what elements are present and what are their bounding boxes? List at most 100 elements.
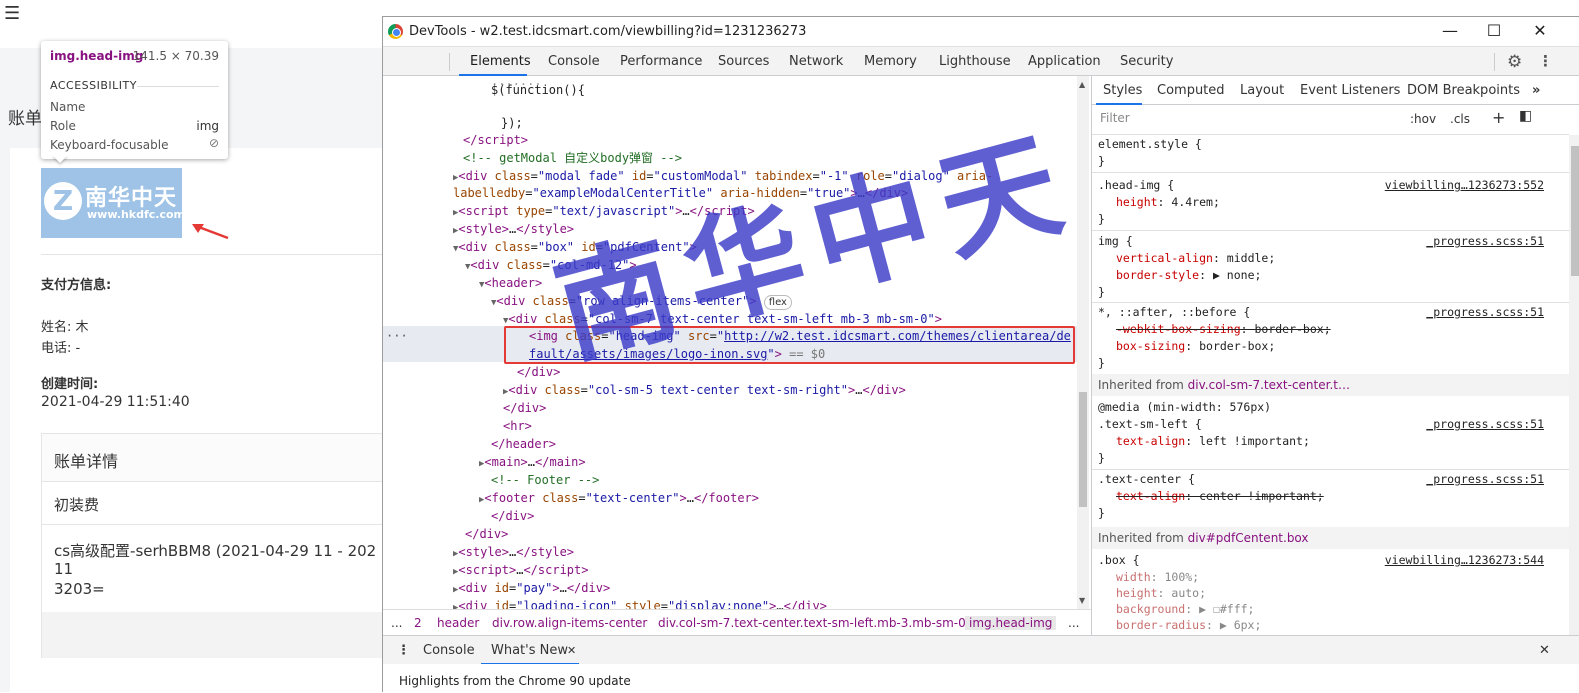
rule-head-img[interactable]: .head-img { <box>1098 177 1174 194</box>
payer-info-label: 支付方信息: <box>41 278 112 293</box>
code-line: </script> <box>463 133 529 147</box>
divider <box>137 86 219 87</box>
tab-performance[interactable]: Performance <box>620 54 702 69</box>
cls-toggle[interactable]: .cls <box>1450 112 1470 126</box>
detail-item-setup-fee: 初装费 <box>54 496 100 514</box>
elements-scroll-thumb[interactable] <box>1079 392 1087 507</box>
rule-box[interactable]: .box { <box>1098 552 1140 569</box>
css-property[interactable]: text-align: left !important; <box>1116 433 1310 450</box>
tab-security[interactable]: Security <box>1120 54 1173 69</box>
node-menu-icon[interactable]: ··· <box>386 329 408 343</box>
devtools-titlebar: DevTools - w2.test.idcsmart.com/viewbill… <box>383 17 1579 47</box>
whats-new-panel: Highlights from the Chrome 90 update <box>383 664 1579 693</box>
close-icon[interactable]: ✕ <box>1525 20 1555 42</box>
css-property[interactable]: background: ▶ ☐#fff; <box>1116 601 1255 618</box>
css-property[interactable]: width: 100%; <box>1116 569 1199 586</box>
elements-tree[interactable]: ....... $(function(){ }); </script> <!--… <box>383 76 1077 609</box>
rule-element-style[interactable]: element.style { <box>1098 136 1202 153</box>
rule-text-sm-left[interactable]: .text-sm-left { <box>1098 416 1202 433</box>
bill-detail-title: 账单详情 <box>42 434 385 482</box>
hov-toggle[interactable]: :hov <box>1410 112 1436 126</box>
tab-sources[interactable]: Sources <box>718 54 769 69</box>
hamburger-menu-icon[interactable]: ☰ <box>4 3 20 24</box>
tooltip-selector: img.head-img <box>50 49 144 63</box>
drawer-menu-icon[interactable]: ⋮ <box>397 643 410 658</box>
breadcrumb-more[interactable]: ... <box>391 616 402 630</box>
console-drawer-tabbar: ⋮ Console What's New ✕ ✕ <box>383 635 1579 665</box>
close-drawer-icon[interactable]: ✕ <box>1539 643 1550 658</box>
media-query: @media (min-width: 576px) <box>1098 400 1272 414</box>
rule-universal[interactable]: *, ::after, ::before { <box>1098 304 1250 321</box>
close-tab-icon[interactable]: ✕ <box>567 644 576 657</box>
new-rule-icon[interactable]: + <box>1492 108 1505 127</box>
breadcrumb-item[interactable]: 2 <box>414 616 422 630</box>
tooltip-section: ACCESSIBILITY <box>50 79 137 92</box>
breadcrumb-item[interactable]: header <box>437 616 479 630</box>
styles-filter-input[interactable]: Filter <box>1096 109 1396 129</box>
detail-item-config: cs高级配置-serhBBM8 (2021-04-29 11 - 202 <box>54 542 377 560</box>
css-property-overridden[interactable]: -webkit-box-sizing: border-box; <box>1116 321 1331 338</box>
tooltip-role-value: img <box>196 119 219 133</box>
tab-lighthouse[interactable]: Lighthouse <box>939 54 1011 69</box>
rule-source-link[interactable]: _progress.scss:51 <box>1426 304 1544 321</box>
tab-network[interactable]: Network <box>789 54 843 69</box>
code-line: ▼<header> <box>479 276 543 290</box>
tab-computed[interactable]: Computed <box>1157 83 1225 98</box>
tab-memory[interactable]: Memory <box>864 54 917 69</box>
rule-source-link[interactable]: _progress.scss:51 <box>1426 416 1544 433</box>
code-line: ▶<div class="modal fade" id="customModal… <box>453 169 994 183</box>
code-line: ▼<div class="row align-items-center"> fl… <box>491 292 792 310</box>
rule-source-link[interactable]: _progress.scss:51 <box>1426 471 1544 488</box>
rule-text-center[interactable]: .text-center { <box>1098 471 1195 488</box>
code-line: ▶<footer class="text-center">…</footer> <box>479 491 759 505</box>
scroll-down-icon[interactable]: ▼ <box>1079 596 1085 605</box>
tooltip-focus-key: Keyboard-focusable <box>50 138 169 152</box>
css-property[interactable]: border-radius: ▶ 6px; <box>1116 617 1261 634</box>
code-line: ▶<style>…</style> <box>453 222 575 236</box>
detail-item-config-line3: 3203= <box>54 580 105 598</box>
css-property[interactable]: vertical-align: middle; <box>1116 250 1275 267</box>
rule-close: } <box>1098 154 1105 168</box>
styles-pane: Styles Computed Layout Event Listeners D… <box>1091 76 1579 635</box>
elements-scrollbar[interactable] <box>1077 76 1089 609</box>
breadcrumb-item[interactable]: div.col-sm-7.text-center.text-sm-left.mb… <box>658 616 966 630</box>
whats-new-headline: Highlights from the Chrome 90 update <box>399 674 631 688</box>
toggle-sidebar-icon[interactable]: ◧ <box>1519 108 1532 124</box>
css-property[interactable]: box-sizing: border-box; <box>1116 338 1275 355</box>
drawer-tab-console[interactable]: Console <box>423 643 475 658</box>
inspect-tooltip: img.head-img 141.5 × 70.39 ACCESSIBILITY… <box>41 41 228 159</box>
tooltip-arrow <box>52 155 68 163</box>
styles-tabbar: Styles Computed Layout Event Listeners D… <box>1092 76 1579 105</box>
tab-event-listeners[interactable]: Event Listeners <box>1300 83 1400 98</box>
minimize-icon[interactable]: — <box>1435 20 1465 42</box>
tab-elements[interactable]: Elements <box>470 54 531 69</box>
divider <box>1092 172 1569 173</box>
drawer-tab-whats-new[interactable]: What's New <box>491 643 568 658</box>
breadcrumb-item-active[interactable]: img.head-img <box>965 616 1057 630</box>
breadcrumb-more[interactable]: ... <box>1068 616 1079 630</box>
tab-layout[interactable]: Layout <box>1240 83 1284 98</box>
more-tabs-icon[interactable]: » <box>1532 83 1540 98</box>
rule-source-link[interactable]: viewbilling…1236273:544 <box>1385 552 1544 569</box>
breadcrumb-item[interactable]: div.row.align-items-center <box>492 616 647 630</box>
rule-img[interactable]: img { <box>1098 233 1133 250</box>
maximize-icon[interactable]: ☐ <box>1479 20 1509 42</box>
tab-application[interactable]: Application <box>1028 54 1101 69</box>
css-property-overridden[interactable]: text-align: center !important; <box>1116 488 1324 505</box>
code-line: </div> <box>517 365 561 379</box>
styles-scroll-thumb[interactable] <box>1571 146 1579 276</box>
rule-source-link[interactable]: viewbilling…1236273:552 <box>1385 177 1544 194</box>
tab-dom-breakpoints[interactable]: DOM Breakpoints <box>1407 83 1520 98</box>
scroll-up-icon[interactable]: ▲ <box>1079 80 1085 89</box>
code-line: ▼<div class="col-md-12"> <box>465 258 637 272</box>
divider <box>1092 230 1569 231</box>
tooltip-dimensions: 141.5 × 70.39 <box>132 49 219 63</box>
css-property[interactable]: height: 4.4rem; <box>1116 194 1220 211</box>
settings-gear-icon[interactable]: ⚙ <box>1507 52 1522 72</box>
rule-source-link[interactable]: _progress.scss:51 <box>1426 233 1544 250</box>
css-property[interactable]: height: auto; <box>1116 585 1206 602</box>
more-options-icon[interactable]: ⋮ <box>1538 52 1553 70</box>
tab-console[interactable]: Console <box>548 54 600 69</box>
css-property[interactable]: border-style: ▶ none; <box>1116 267 1261 284</box>
tab-styles[interactable]: Styles <box>1103 83 1142 98</box>
